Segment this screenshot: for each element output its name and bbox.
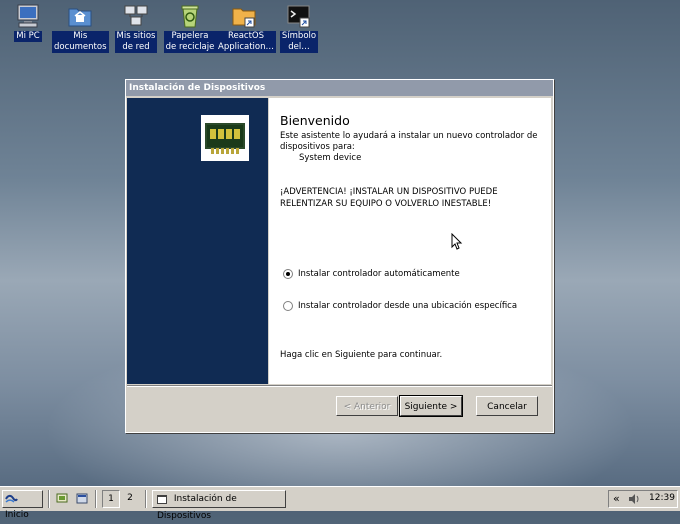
documents-folder-icon bbox=[67, 3, 93, 29]
start-label: Inicio bbox=[5, 510, 29, 520]
hardware-device-icon bbox=[201, 115, 249, 161]
taskbar-task-device-installation[interactable]: Instalación de Dispositivos bbox=[152, 490, 286, 521]
desktop-icon-label: Papelera de reciclaje bbox=[163, 31, 217, 53]
desktop-icon-label: Mis sitios de red bbox=[114, 31, 158, 53]
intro-line-2: dispositivos para: bbox=[280, 142, 355, 152]
mouse-cursor-icon bbox=[451, 232, 463, 254]
next-button[interactable]: Siguiente > bbox=[399, 395, 463, 417]
warning-line-1: ¡ADVERTENCIA! ¡INSTALAR UN DISPOSITIVO P… bbox=[280, 187, 498, 197]
window-icon bbox=[157, 494, 167, 504]
volume-icon[interactable] bbox=[628, 493, 640, 505]
desktop-icon-my-pc[interactable]: Mi PC bbox=[0, 3, 56, 42]
window-title-bar[interactable]: Instalación de Dispositivos bbox=[126, 80, 553, 96]
radio-selected-dot bbox=[286, 272, 290, 276]
radio-install-automatic[interactable] bbox=[283, 269, 293, 279]
desktop-icon-network-places[interactable]: Mis sitios de red bbox=[108, 3, 164, 53]
desktop-icon-label: Mi PC bbox=[14, 31, 42, 42]
warning-line-2: RELENTIZAR SU EQUIPO O VOLVERLO INESTABL… bbox=[280, 199, 492, 209]
workspace-1-button[interactable]: 1 bbox=[102, 490, 120, 508]
desktop-icon-my-documents[interactable]: Mis documentos bbox=[52, 3, 109, 53]
tray-expand-button[interactable]: « bbox=[613, 491, 620, 506]
wizard-side-panel bbox=[127, 98, 268, 384]
system-tray: « 12:39 bbox=[608, 490, 678, 508]
desktop-icon-recycle-bin[interactable]: Papelera de reciclaje bbox=[162, 3, 218, 53]
computer-icon bbox=[15, 3, 41, 29]
cancel-button[interactable]: Cancelar bbox=[476, 396, 538, 416]
show-desktop-icon[interactable] bbox=[56, 493, 68, 504]
option-automatic-label[interactable]: Instalar controlador automáticamente bbox=[298, 269, 460, 280]
option-specific-label[interactable]: Instalar controlador desde una ubicación… bbox=[298, 301, 517, 312]
clock: 12:39 bbox=[649, 493, 675, 503]
window-title: Instalación de Dispositivos bbox=[129, 83, 266, 93]
button-separator bbox=[127, 385, 552, 387]
device-name: System device bbox=[299, 153, 362, 163]
taskbar-separator bbox=[145, 490, 147, 508]
intro-line-1: Este asistente lo ayudará a instalar un … bbox=[280, 131, 538, 141]
network-places-icon bbox=[123, 3, 149, 29]
desktop-icon-label: ReactOS Application… bbox=[216, 31, 276, 53]
taskbar: Inicio 1 2 Instalación de Dispositivos «… bbox=[0, 486, 680, 521]
recycle-bin-icon bbox=[177, 3, 203, 29]
radio-install-specific-location[interactable] bbox=[283, 301, 293, 311]
device-installation-window: Instalación de Dispositivos Bienvenido E… bbox=[125, 79, 554, 433]
back-button[interactable]: < Anterior bbox=[336, 396, 398, 416]
taskbar-separator bbox=[95, 490, 97, 508]
folder-shortcut-icon bbox=[231, 3, 257, 29]
start-logo-icon bbox=[5, 493, 18, 505]
task-label: Instalación de Dispositivos bbox=[157, 494, 237, 521]
desktop-icon-reactos-applications[interactable]: ReactOS Application… bbox=[216, 3, 276, 53]
explorer-quicklaunch-icon[interactable] bbox=[76, 493, 88, 504]
wizard-content: Bienvenido Este asistente lo ayudará a i… bbox=[269, 98, 551, 384]
wizard-heading: Bienvenido bbox=[280, 113, 350, 128]
taskbar-separator bbox=[48, 490, 50, 508]
command-prompt-icon bbox=[286, 3, 312, 29]
desktop-icon-label: Símbolo del… bbox=[279, 31, 319, 53]
workspace-2-button[interactable]: 2 bbox=[121, 490, 139, 508]
start-button[interactable]: Inicio bbox=[2, 490, 43, 520]
desktop-icon-command-prompt[interactable]: Símbolo del… bbox=[271, 3, 327, 53]
desktop-icon-label: Mis documentos bbox=[52, 31, 109, 53]
footer-hint: Haga clic en Siguiente para continuar. bbox=[280, 350, 443, 360]
